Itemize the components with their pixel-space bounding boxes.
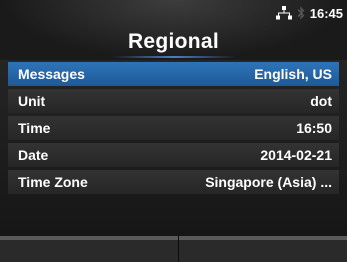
menu-item-value: English, US bbox=[254, 66, 332, 82]
page-title: Regional bbox=[127, 30, 220, 53]
menu-item-label: Messages bbox=[18, 66, 85, 82]
menu-item-unit[interactable]: Unit dot bbox=[8, 89, 339, 113]
menu-item-label: Time bbox=[18, 120, 51, 136]
menu-item-label: Date bbox=[18, 147, 49, 163]
title-underline bbox=[112, 56, 236, 58]
menu-item-value: Singapore (Asia) ... bbox=[205, 174, 332, 190]
menu-item-value: dot bbox=[310, 93, 332, 109]
network-icon bbox=[275, 6, 292, 20]
menu-item-date[interactable]: Date 2014-02-21 bbox=[8, 143, 339, 167]
header: 16:45 Regional bbox=[0, 0, 347, 60]
menu-item-value: 16:50 bbox=[296, 120, 332, 136]
status-time: 16:45 bbox=[309, 5, 343, 21]
softkey-divider bbox=[178, 236, 179, 262]
menu-item-time[interactable]: Time 16:50 bbox=[8, 116, 339, 140]
softkey-bar[interactable] bbox=[0, 236, 347, 262]
menu-item-messages[interactable]: Messages English, US bbox=[8, 62, 339, 86]
menu-item-time-zone[interactable]: Time Zone Singapore (Asia) ... bbox=[8, 170, 339, 194]
printer-display: 16:45 Regional Messages English, US Unit… bbox=[0, 0, 347, 262]
bluetooth-icon bbox=[297, 6, 305, 20]
menu-item-value: 2014-02-21 bbox=[260, 147, 332, 163]
status-bar: 16:45 bbox=[275, 2, 343, 24]
settings-menu: Messages English, US Unit dot Time 16:50… bbox=[8, 62, 339, 197]
menu-item-label: Time Zone bbox=[18, 174, 88, 190]
menu-item-label: Unit bbox=[18, 93, 46, 109]
